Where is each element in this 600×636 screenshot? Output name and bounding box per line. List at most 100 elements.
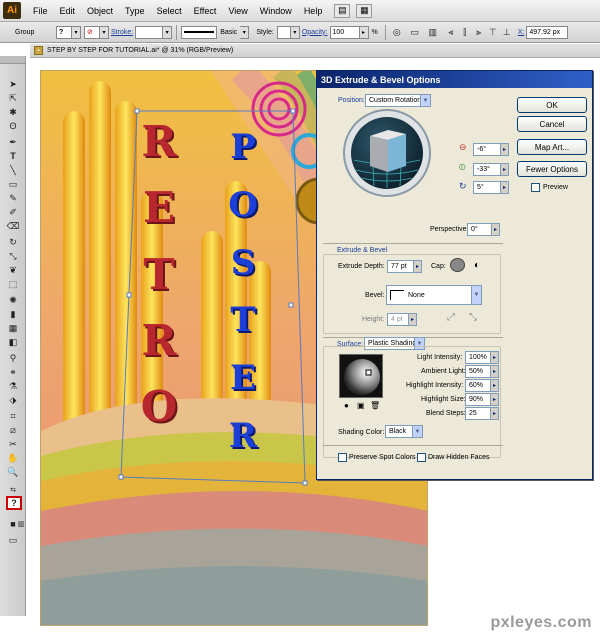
tools-grip[interactable] (0, 56, 25, 64)
delete-light-icon[interactable]: 🗑 (370, 401, 380, 410)
live-paint-selection-tool-icon[interactable]: ⬗ (6, 394, 20, 406)
menu-edit[interactable]: Edit (54, 6, 82, 16)
map-art-button[interactable]: Map Art... (517, 139, 587, 155)
brush-preview[interactable] (181, 25, 218, 39)
fill-stroke-icon[interactable]: ? (6, 496, 22, 510)
light-intensity-spinner[interactable]: ▸ (491, 351, 499, 364)
x-field[interactable]: 497.92 px (526, 25, 569, 39)
move-light-back-icon[interactable]: ● (344, 401, 349, 410)
cancel-button[interactable]: Cancel (517, 116, 587, 132)
stroke-weight-field[interactable] (135, 25, 164, 39)
document-tab[interactable]: ▪ STEP BY STEP FOR TUTORIAL.ai* @ 31% (R… (30, 44, 600, 58)
type-tool-icon[interactable]: T (6, 150, 20, 162)
align-icon[interactable]: ▭ (408, 26, 422, 38)
eyedropper-tool-icon[interactable]: ⚲ (6, 352, 20, 364)
menu-effect[interactable]: Effect (188, 6, 223, 16)
slice-tool-icon[interactable]: ⧄ (6, 424, 20, 436)
align-center-icon[interactable]: ⫿ (458, 26, 472, 38)
preserve-spot-colors-checkbox[interactable] (338, 453, 347, 462)
menu-help[interactable]: Help (298, 6, 329, 16)
light-sphere-preview[interactable] (339, 354, 383, 398)
direct-selection-tool-icon[interactable]: ⇱ (6, 92, 20, 104)
live-paint-tool-icon[interactable]: ⚗ (6, 380, 20, 392)
gradient-tool-icon[interactable]: ◧ (6, 336, 20, 348)
bevel-in-icon[interactable]: ⤡ (469, 312, 477, 323)
fill-dropdown[interactable]: ▾ (72, 25, 81, 39)
perspective-spinner[interactable]: ▸ (492, 223, 500, 236)
bevel-out-icon[interactable]: ⤢ (447, 312, 455, 323)
dialog-title[interactable]: 3D Extrude & Bevel Options (317, 71, 592, 88)
align-top-icon[interactable]: ⊤ (486, 26, 500, 38)
fewer-options-button[interactable]: Fewer Options (517, 161, 587, 177)
zoom-tool-icon[interactable]: 🔍 (6, 466, 20, 478)
cap-off-icon[interactable]: ◐ (474, 260, 480, 271)
line-tool-icon[interactable]: ╲ (6, 164, 20, 176)
align-right-icon[interactable]: ⫸ (472, 26, 486, 38)
highlight-size-spinner[interactable]: ▸ (491, 393, 499, 406)
blend-tool-icon[interactable]: ⚭ (6, 366, 20, 378)
position-select[interactable]: Custom Rotation ▼ (365, 94, 431, 107)
ok-button[interactable]: OK (517, 97, 587, 113)
mesh-tool-icon[interactable]: ▦ (6, 322, 20, 334)
symbol-sprayer-tool-icon[interactable]: ✺ (6, 294, 20, 306)
rotate-tool-icon[interactable]: ↻ (6, 236, 20, 248)
x-label[interactable]: X: (516, 29, 527, 36)
menu-select[interactable]: Select (151, 6, 188, 16)
ambient-light-field[interactable]: 50% (465, 365, 491, 378)
blend-steps-field[interactable]: 25 (465, 407, 491, 420)
scissors-tool-icon[interactable]: ✂ (6, 438, 20, 450)
swap-colors-icon[interactable]: ⇆ (6, 484, 20, 496)
menu-type[interactable]: Type (119, 6, 151, 16)
rotate-y-spinner[interactable]: ▸ (501, 163, 509, 176)
light-intensity-field[interactable]: 100% (465, 351, 491, 364)
blend-steps-spinner[interactable]: ▸ (491, 407, 499, 420)
warp-tool-icon[interactable]: ❦ (6, 264, 20, 276)
opacity-dropdown[interactable]: ▸ (359, 25, 369, 39)
transform-icon[interactable]: ▥ (426, 26, 440, 38)
ambient-light-spinner[interactable]: ▸ (491, 365, 499, 378)
opacity-label[interactable]: Opacity: (300, 29, 330, 36)
highlight-intensity-spinner[interactable]: ▸ (491, 379, 499, 392)
magic-wand-tool-icon[interactable]: ✱ (6, 106, 20, 118)
selection-tool-icon[interactable]: ➤ (6, 78, 20, 90)
stroke-dropdown[interactable]: ▾ (100, 25, 109, 39)
perspective-field[interactable]: 0° (467, 223, 492, 236)
recolor-icon[interactable]: ◎ (390, 26, 404, 38)
shading-color-select[interactable]: Black ▼ (385, 425, 423, 438)
gradient-mode-icon[interactable]: ▥ (14, 518, 28, 530)
retro-text[interactable]: RETRO (139, 109, 179, 441)
highlight-size-field[interactable]: 90% (465, 393, 491, 406)
rectangle-tool-icon[interactable]: ▭ (6, 178, 20, 190)
preview-checkbox[interactable] (531, 183, 540, 192)
brush-dropdown[interactable]: ▾ (240, 25, 250, 39)
new-light-icon[interactable]: ▣ (357, 401, 365, 410)
scale-tool-icon[interactable]: ⤡ (6, 250, 20, 262)
align-left-icon[interactable]: ⫷ (444, 26, 458, 38)
arrange-documents-icon[interactable]: ▦ (356, 3, 373, 18)
rotate-x-spinner[interactable]: ▸ (501, 143, 509, 156)
poster-text[interactable]: POSTER (223, 119, 263, 466)
screen-mode-icon[interactable]: ▭ (6, 534, 20, 546)
bridge-icon[interactable]: ▤ (334, 3, 351, 18)
rotate-y-field[interactable]: -33° (473, 163, 501, 176)
stroke-label[interactable]: Stroke: (109, 29, 135, 36)
rotation-cube-preview[interactable] (342, 108, 432, 198)
menu-view[interactable]: View (222, 6, 253, 16)
style-swatch[interactable] (276, 25, 291, 39)
height-spinner[interactable]: ▸ (409, 313, 417, 326)
fill-swatch[interactable]: ? (56, 25, 72, 39)
cap-on-icon[interactable] (450, 258, 465, 272)
align-middle-icon[interactable]: ⊥ (500, 26, 514, 38)
rotate-x-field[interactable]: -6° (473, 143, 501, 156)
eraser-tool-icon[interactable]: ⌫ (6, 220, 20, 232)
rotate-z-field[interactable]: 5° (473, 181, 501, 194)
extrude-depth-spinner[interactable]: ▸ (414, 260, 422, 273)
menu-window[interactable]: Window (254, 6, 298, 16)
stroke-weight-dropdown[interactable]: ▾ (163, 25, 173, 39)
pencil-tool-icon[interactable]: ✐ (6, 206, 20, 218)
crop-tool-icon[interactable]: ⌗ (6, 410, 20, 422)
draw-hidden-faces-checkbox[interactable] (417, 453, 426, 462)
rotate-z-spinner[interactable]: ▸ (501, 181, 509, 194)
highlight-intensity-field[interactable]: 60% (465, 379, 491, 392)
height-field[interactable]: 4 pt (387, 313, 409, 326)
